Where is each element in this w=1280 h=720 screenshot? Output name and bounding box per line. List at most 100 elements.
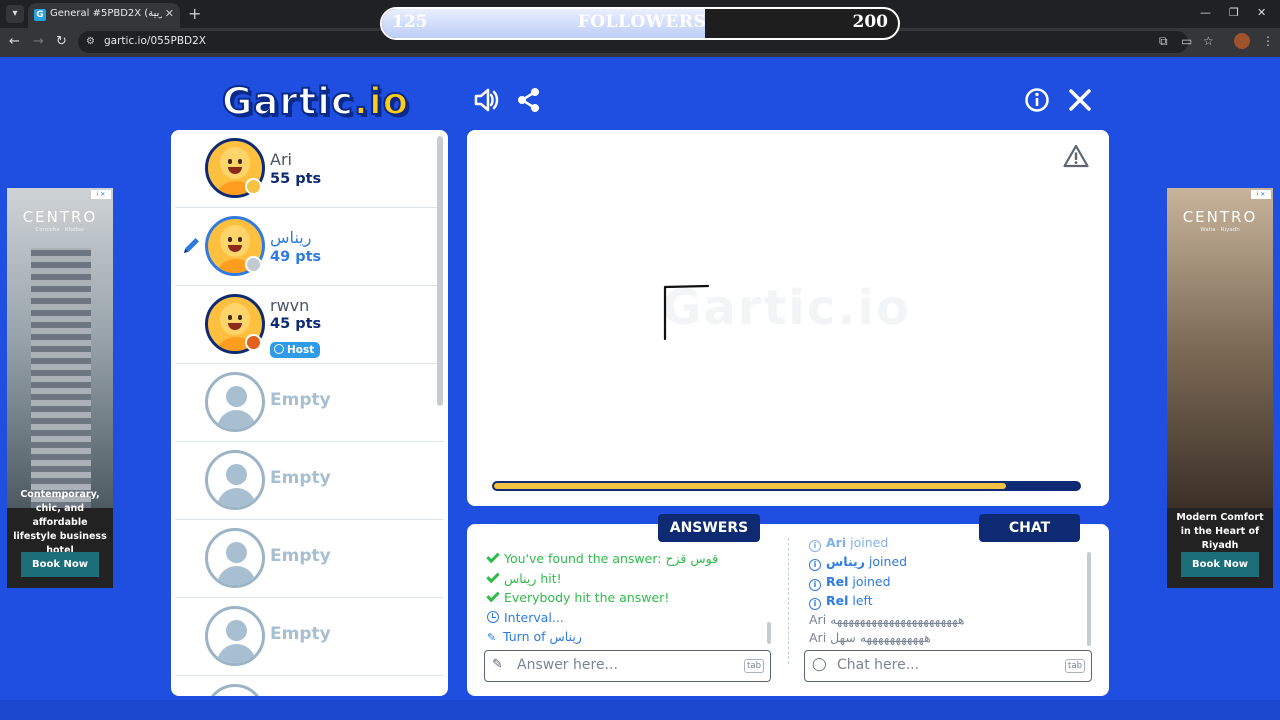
empty-avatar-icon	[205, 528, 265, 588]
ad-brand: CENTRO	[22, 208, 98, 226]
ad-book-button[interactable]: Book Now	[1181, 552, 1259, 577]
empty-slot: Empty	[175, 598, 443, 676]
empty-label: Empty	[270, 546, 331, 566]
host-label: Host	[287, 344, 315, 356]
empty-avatar-icon	[205, 606, 265, 666]
answer-message: Interval...	[487, 610, 564, 625]
player-status-dot	[245, 334, 262, 351]
chat-message: i Ari joined	[809, 535, 888, 552]
site-info-icon[interactable]: ⚙	[86, 36, 95, 47]
close-icon[interactable]	[1066, 86, 1094, 114]
minimize-button[interactable]: —	[1200, 6, 1211, 19]
answer-message: You've found the answer: قوس قزح	[486, 549, 718, 566]
report-warning-icon[interactable]	[1063, 144, 1089, 168]
ad-location: Corniche · Khobar	[35, 227, 85, 233]
empty-slot	[175, 676, 443, 696]
chat-header: CHAT	[979, 514, 1080, 542]
clock-icon	[487, 611, 499, 623]
empty-label: Empty	[270, 390, 331, 410]
empty-avatar-icon	[205, 684, 265, 696]
answers-header: ANSWERS	[658, 514, 760, 542]
empty-label: Empty	[270, 468, 331, 488]
drawing-stroke	[663, 284, 710, 341]
bookmark-star-icon[interactable]: ☆	[1203, 34, 1214, 48]
tab-title: General #5PBD2X (العربية) - Gar	[50, 8, 162, 19]
drawing-canvas[interactable]: Gartic.io	[467, 130, 1109, 506]
followers-label: FOLLOWERS	[577, 12, 707, 32]
player-name: ريناس	[270, 228, 312, 247]
tab-close-icon[interactable]: ✕	[165, 7, 174, 20]
answer-message: ريناس hit!	[486, 569, 562, 586]
chat-placeholder: Chat here...	[837, 657, 920, 673]
browser-menu-icon[interactable]: ⋮	[1262, 34, 1274, 48]
players-scrollbar[interactable]	[437, 136, 443, 406]
players-panel: Ari 55 pts ريناس 49 pts rwvn 45 pts Host…	[171, 130, 448, 696]
ad-choices-icon[interactable]: i ✕	[91, 190, 111, 199]
check-icon	[486, 588, 500, 603]
player-name: rwvn	[270, 296, 310, 315]
browser-tab[interactable]: G General #5PBD2X (العربية) - Gar ✕	[28, 3, 180, 28]
info-icon: i	[809, 540, 821, 552]
ad-book-button[interactable]: Book Now	[21, 552, 99, 577]
ad-brand: CENTRO	[1182, 208, 1258, 226]
back-icon[interactable]: ←	[9, 34, 20, 49]
chat-message: i Rel left	[809, 593, 873, 610]
answer-placeholder: Answer here...	[517, 657, 618, 673]
player-points: 45 pts	[270, 316, 322, 332]
player-points: 49 pts	[270, 249, 322, 265]
url-text[interactable]: gartic.io/055PBD2X	[104, 35, 206, 47]
right-ad-banner[interactable]: i ✕ CENTRO Waha · Riyadh Modern Comfort …	[1167, 188, 1273, 588]
gartic-favicon-icon: G	[34, 9, 46, 21]
answer-input[interactable]: ✎ Answer here... tab	[484, 650, 771, 682]
info-icon: i	[809, 579, 821, 591]
chat-scrollbar[interactable]	[1087, 552, 1091, 646]
chat-message: i Rel joined	[809, 574, 891, 591]
player-row-ari[interactable]: Ari 55 pts	[175, 130, 443, 208]
chat-bubble-icon: ◯	[812, 657, 827, 672]
answer-message: Everybody hit the answer!	[486, 588, 669, 605]
chat-message: i ريناس joined	[809, 554, 907, 571]
share-icon[interactable]	[515, 86, 543, 114]
forward-icon[interactable]: →	[33, 34, 44, 49]
followers-goal-bar: 125 FOLLOWERS 200	[380, 7, 900, 40]
logo-suffix: .io	[353, 79, 410, 124]
reload-icon[interactable]: ↻	[56, 34, 67, 49]
chat-message: Ari ههههههههههههههههههههههه	[809, 612, 965, 627]
restore-button[interactable]: ❐	[1229, 6, 1239, 19]
round-timer-bar	[492, 481, 1081, 491]
new-tab-button[interactable]: +	[188, 4, 201, 23]
ad-tagline: Modern Comfort in the Heart of Riyadh	[1176, 512, 1264, 551]
translate-icon[interactable]: ⧉	[1159, 34, 1168, 49]
player-row-drawer[interactable]: ريناس 49 pts	[175, 208, 443, 286]
answers-scrollbar[interactable]	[767, 622, 771, 644]
logo-main: Gartic	[221, 79, 354, 124]
empty-avatar-icon	[205, 372, 265, 432]
cast-icon[interactable]: ▭	[1181, 34, 1192, 48]
host-badge: Host	[270, 342, 321, 358]
player-status-dot	[245, 256, 262, 273]
profile-avatar[interactable]	[1234, 33, 1250, 49]
ad-hotel-image	[7, 188, 113, 508]
left-ad-banner[interactable]: i ✕ CENTRO Corniche · Khobar Contemporar…	[7, 188, 113, 588]
tab-key-hint: tab	[744, 659, 764, 673]
info-icon: i	[809, 598, 821, 610]
sound-icon[interactable]	[472, 86, 500, 114]
player-status-dot	[245, 178, 262, 195]
info-icon[interactable]	[1023, 86, 1051, 114]
ad-choices-icon[interactable]: i ✕	[1251, 190, 1271, 199]
chat-input[interactable]: ◯ Chat here... tab	[804, 650, 1092, 682]
crown-icon	[274, 344, 284, 354]
player-points: 55 pts	[270, 171, 322, 187]
window-close-button[interactable]: ✕	[1257, 6, 1266, 19]
info-icon: i	[809, 559, 821, 571]
empty-slot: Empty	[175, 442, 443, 520]
check-icon	[486, 549, 500, 564]
answer-message: ✎ Turn of ريناس	[487, 629, 582, 644]
tab-search-button[interactable]: ▾	[6, 5, 24, 23]
pencil-icon: ✎	[487, 631, 497, 644]
chat-message: Ari هههههههههههه سهل	[809, 630, 931, 645]
player-row-rwvn[interactable]: rwvn 45 pts Host	[175, 286, 443, 364]
panel-divider	[788, 538, 789, 664]
page-footer-strip	[0, 700, 1280, 720]
tab-key-hint: tab	[1065, 659, 1085, 673]
